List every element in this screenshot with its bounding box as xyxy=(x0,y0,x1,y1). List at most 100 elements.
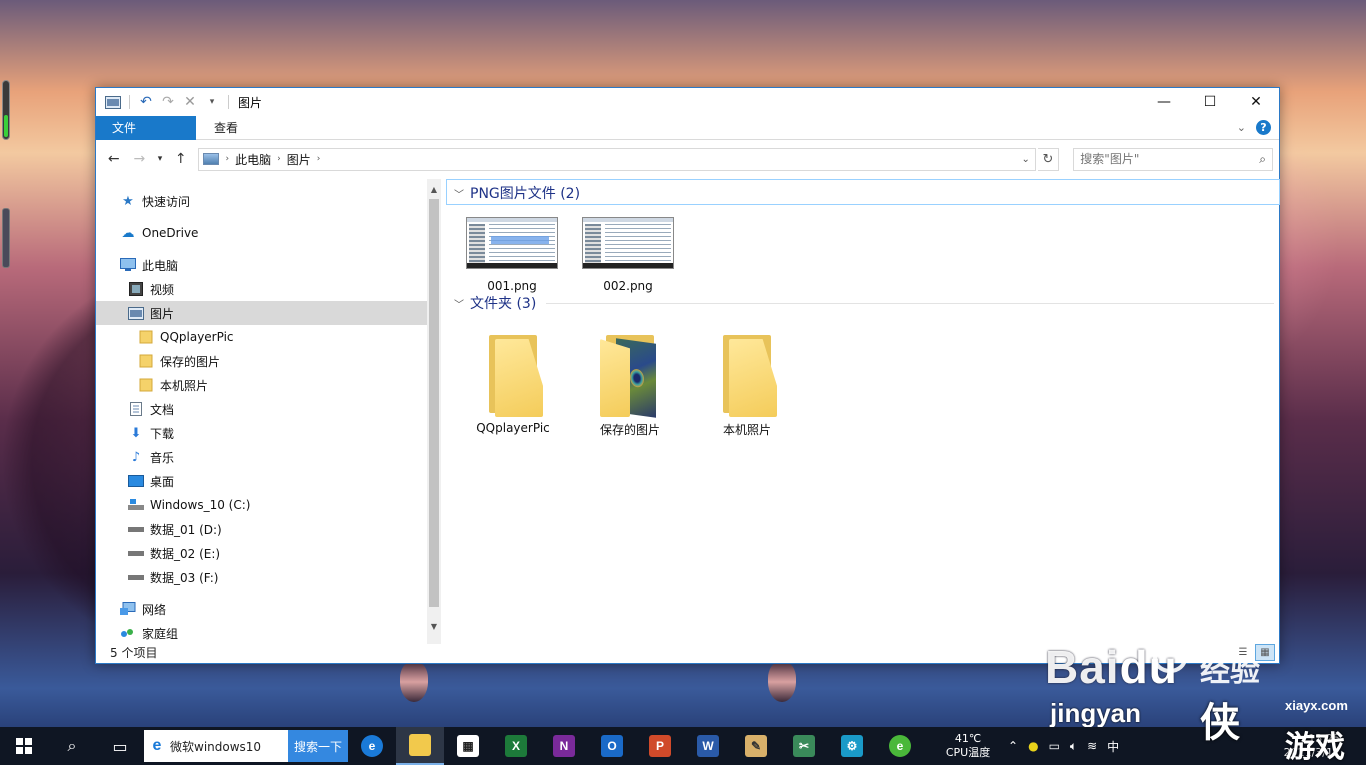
collapse-chevron-icon[interactable]: ﹀ xyxy=(454,296,464,311)
taskbar-app-snipping[interactable]: ✂ xyxy=(780,727,828,765)
onenote-icon: N xyxy=(553,735,576,757)
sidebar-item-drive-c[interactable]: Windows_10 (C:) xyxy=(96,493,427,517)
cpu-temp-value: 41℃ xyxy=(954,732,982,745)
navigation-pane-scrollbar[interactable]: ▲ ▼ xyxy=(427,179,441,644)
search-box[interactable]: ⌕ xyxy=(1073,147,1273,171)
scroll-up-icon[interactable]: ▲ xyxy=(427,181,441,197)
search-input[interactable] xyxy=(1080,152,1260,166)
customize-toolbar-chevron-icon[interactable]: ▾ xyxy=(203,93,221,111)
delete-icon[interactable]: ✕ xyxy=(181,93,199,111)
sidebar-item-drive-d[interactable]: 数据_01 (D:) xyxy=(96,517,427,541)
search-icon[interactable]: ⌕ xyxy=(48,727,96,765)
sidebar-item-drive-f[interactable]: 数据_03 (F:) xyxy=(96,565,427,589)
sidebar-item-this-pc[interactable]: 此电脑 xyxy=(96,253,427,277)
sidebar-item-network[interactable]: 网络 xyxy=(96,597,427,621)
sidebar-item-documents[interactable]: 文档 xyxy=(96,397,427,421)
sidebar-item-desktop[interactable]: 桌面 xyxy=(96,469,427,493)
taskbar-app-onenote[interactable]: N xyxy=(540,727,588,765)
group-header-png[interactable]: ﹀ PNG图片文件 (2) xyxy=(454,183,580,203)
sidebar-item-drive-e[interactable]: 数据_02 (E:) xyxy=(96,541,427,565)
volume-icon[interactable]: 🔈︎ xyxy=(1070,739,1077,754)
wifi-icon[interactable]: ≋ xyxy=(1087,739,1097,753)
settings-gear-icon: ⚙ xyxy=(841,735,864,757)
breadcrumb-pictures[interactable]: 图片 xyxy=(287,151,311,168)
powerpoint-icon: P xyxy=(649,735,672,757)
forward-button[interactable]: → xyxy=(128,147,152,171)
recent-locations-chevron-icon[interactable]: ▾ xyxy=(153,147,167,171)
scroll-thumb[interactable] xyxy=(429,199,439,607)
taskbar-app-paint[interactable]: ✎ xyxy=(732,727,780,765)
divider xyxy=(228,95,229,109)
taskbar-app-settings[interactable]: ⚙ xyxy=(828,727,876,765)
sidebar-item-label: 快速访问 xyxy=(142,194,191,209)
desktop-gadget-meter xyxy=(2,80,10,140)
taskbar-app-browser[interactable]: e xyxy=(876,727,924,765)
sidebar-item-downloads[interactable]: ⬇ 下载 xyxy=(96,421,427,445)
taskbar-search-input[interactable] xyxy=(170,739,288,753)
back-button[interactable]: ← xyxy=(102,147,126,171)
taskbar-app-edge[interactable]: e xyxy=(348,727,396,765)
group-header-folders[interactable]: ﹀ 文件夹 (3) xyxy=(454,293,536,313)
taskbar-search-box[interactable]: e xyxy=(144,730,288,762)
redo-icon[interactable]: ↷ xyxy=(159,93,177,111)
file-item-001[interactable]: 001.png xyxy=(462,217,562,293)
show-hidden-icons-chevron-icon[interactable]: ⌃ xyxy=(1008,739,1018,753)
cloud-icon: ☁ xyxy=(121,225,135,241)
start-button[interactable] xyxy=(0,727,48,765)
sidebar-item-label: 视频 xyxy=(150,282,175,297)
tab-file[interactable]: 文件 xyxy=(96,115,196,140)
breadcrumb-separator-icon[interactable]: › xyxy=(225,154,229,164)
task-view-icon[interactable]: ▭ xyxy=(96,727,144,765)
folder-item-saved-pictures[interactable]: 保存的图片 xyxy=(580,331,680,438)
sidebar-item-quick-access[interactable]: ★ 快速访问 xyxy=(96,189,427,213)
sidebar-item-videos[interactable]: 视频 xyxy=(96,277,427,301)
taskbar-app-powerpoint[interactable]: P xyxy=(636,727,684,765)
folder-icon xyxy=(138,353,154,369)
scroll-down-icon[interactable]: ▼ xyxy=(427,618,441,634)
tab-view[interactable]: 查看 xyxy=(200,116,252,140)
refresh-button[interactable]: ↻ xyxy=(1037,147,1060,171)
taskbar-app-file-explorer[interactable] xyxy=(396,727,445,765)
desktop-gadget-bar xyxy=(2,208,10,268)
sidebar-item-qqplayerpic[interactable]: QQplayerPic xyxy=(96,325,427,349)
ime-indicator[interactable]: 中 xyxy=(1107,738,1119,755)
breadcrumb-this-pc[interactable]: 此电脑 xyxy=(235,151,271,168)
collapse-chevron-icon[interactable]: ﹀ xyxy=(454,186,464,201)
close-button[interactable]: ✕ xyxy=(1233,88,1279,116)
address-bar[interactable]: › 此电脑 › 图片 › ⌄ xyxy=(198,147,1036,171)
search-icon[interactable]: ⌕ xyxy=(1259,152,1266,167)
up-button[interactable]: ↑ xyxy=(169,147,193,171)
sidebar-item-homegroup[interactable]: 家庭组 xyxy=(96,621,427,644)
address-dropdown-chevron-icon[interactable]: ⌄ xyxy=(1017,154,1035,165)
taskbar-search-button[interactable]: 搜索一下 xyxy=(288,730,349,762)
word-icon: W xyxy=(697,735,720,757)
tray-app-icon[interactable]: ● xyxy=(1028,739,1038,753)
sidebar-item-onedrive[interactable]: ☁ OneDrive xyxy=(96,221,427,245)
taskbar-app-word[interactable]: W xyxy=(684,727,732,765)
breadcrumb-separator-icon[interactable]: › xyxy=(317,154,321,164)
taskbar-app-store[interactable]: ▦ xyxy=(444,727,492,765)
maximize-button[interactable]: ☐ xyxy=(1187,88,1233,116)
battery-icon[interactable]: ▭ xyxy=(1049,739,1060,753)
undo-icon[interactable]: ↶ xyxy=(137,93,155,111)
sidebar-item-saved-pictures[interactable]: 保存的图片 xyxy=(96,349,427,373)
pictures-folder-icon[interactable] xyxy=(104,93,122,111)
sidebar-item-camera-roll[interactable]: 本机照片 xyxy=(96,373,427,397)
file-item-002[interactable]: 002.png xyxy=(578,217,678,293)
sidebar-item-music[interactable]: ♪ 音乐 xyxy=(96,445,427,469)
folder-icon xyxy=(483,331,543,417)
folder-item-qqplayerpic[interactable]: QQplayerPic xyxy=(463,331,563,435)
taskbar-app-excel[interactable]: X xyxy=(492,727,540,765)
sidebar-item-label: 数据_01 (D:) xyxy=(150,522,222,537)
sidebar-item-pictures[interactable]: 图片 xyxy=(96,301,427,325)
expand-ribbon-chevron-icon[interactable]: ⌄ xyxy=(1237,121,1246,134)
sidebar-item-label: 本机照片 xyxy=(160,378,209,393)
folder-icon xyxy=(138,377,154,393)
breadcrumb-separator-icon[interactable]: › xyxy=(277,154,281,164)
cpu-temperature[interactable]: 41℃ CPU温度 xyxy=(938,732,998,760)
taskbar-app-outlook[interactable]: O xyxy=(588,727,636,765)
game-site-watermark-url: xiayx.com xyxy=(1285,698,1348,713)
help-icon[interactable]: ? xyxy=(1256,120,1271,135)
folder-item-camera-roll[interactable]: 本机照片 xyxy=(697,331,797,438)
minimize-button[interactable]: — xyxy=(1141,88,1187,116)
